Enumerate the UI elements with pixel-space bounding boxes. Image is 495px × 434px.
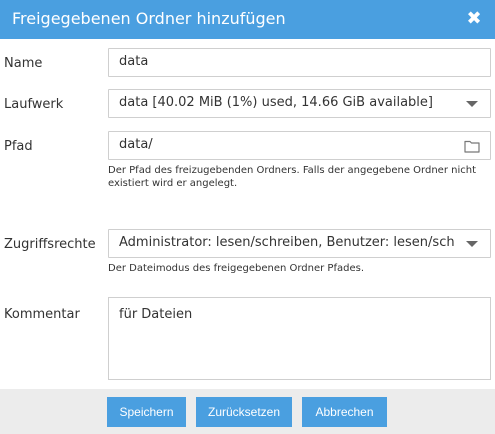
close-icon[interactable]: ✖ xyxy=(466,9,482,29)
cancel-button[interactable]: Abbrechen xyxy=(302,397,387,427)
name-input-value: data xyxy=(119,54,149,69)
path-help-text: Der Pfad des freizugebenden Ordners. Fal… xyxy=(108,165,476,189)
name-input[interactable]: data xyxy=(108,48,491,77)
dialog-title: Freigegebenen Ordner hinzufügen xyxy=(12,9,286,28)
path-label: Pfad xyxy=(4,139,33,154)
permissions-label: Zugriffsrechte xyxy=(4,237,96,252)
comment-textarea[interactable]: für Dateien xyxy=(108,297,491,380)
permissions-select-value: Administrator: lesen/schreiben, Benutzer… xyxy=(119,235,454,250)
drive-select-value: data [40.02 MiB (1%) used, 14.66 GiB ava… xyxy=(119,95,433,110)
chevron-down-icon xyxy=(466,101,478,107)
chevron-down-icon xyxy=(466,241,478,247)
save-button[interactable]: Speichern xyxy=(107,397,186,427)
dialog-titlebar: Freigegebenen Ordner hinzufügen ✖ xyxy=(0,0,495,39)
drive-select[interactable]: data [40.02 MiB (1%) used, 14.66 GiB ava… xyxy=(108,89,491,118)
comment-textarea-value: für Dateien xyxy=(119,307,193,322)
drive-label: Laufwerk xyxy=(4,97,64,112)
reset-button[interactable]: Zurücksetzen xyxy=(196,397,292,427)
folder-icon[interactable] xyxy=(464,139,480,153)
name-label: Name xyxy=(4,56,43,71)
path-input-value: data/ xyxy=(119,137,153,152)
dialog-footer: Speichern Zurücksetzen Abbrechen xyxy=(0,389,495,434)
comment-label: Kommentar xyxy=(4,307,80,322)
permissions-help-text: Der Dateimodus des freigegebenen Ordner … xyxy=(108,263,364,274)
path-input[interactable]: data/ xyxy=(108,131,491,160)
permissions-select[interactable]: Administrator: lesen/schreiben, Benutzer… xyxy=(108,229,491,258)
